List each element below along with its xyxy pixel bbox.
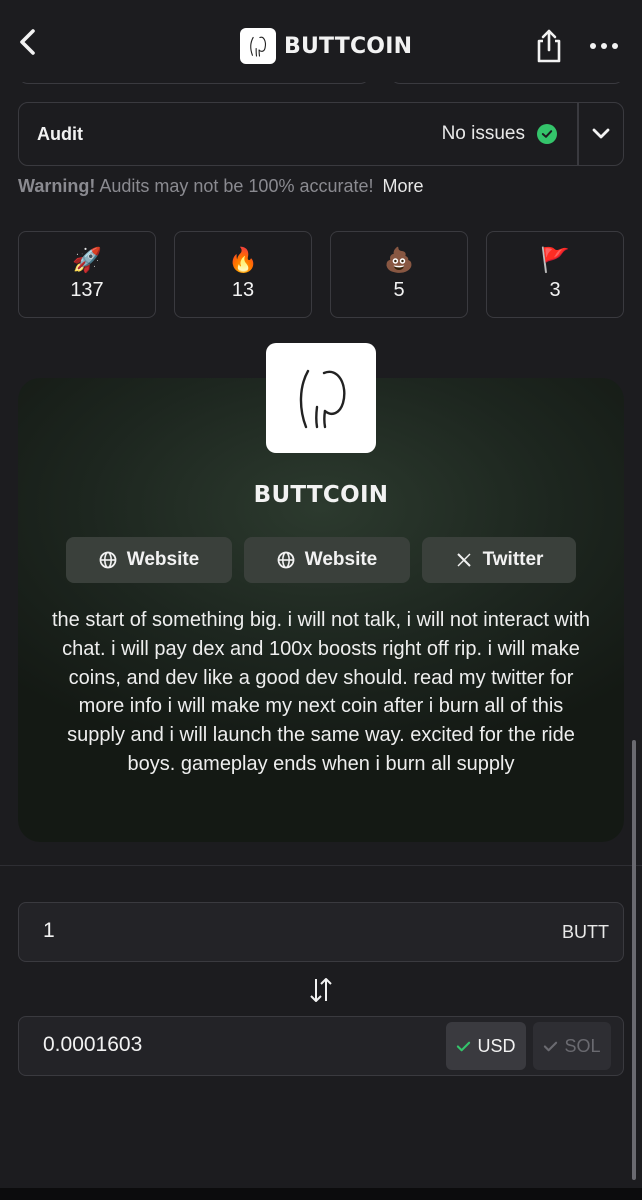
x-logo-icon — [456, 553, 471, 567]
website-button-1[interactable]: Website — [66, 537, 232, 583]
token-amount-input[interactable]: 1 BUTT — [18, 902, 624, 962]
share-icon — [537, 29, 561, 63]
more-button[interactable] — [590, 36, 622, 56]
red-flag-icon: 🚩 — [540, 247, 570, 274]
check-icon — [544, 1041, 558, 1051]
token-logo-icon — [240, 28, 276, 64]
reaction-count: 3 — [549, 279, 561, 301]
audit-status-text: No issues — [441, 123, 525, 144]
check-circle-icon — [537, 124, 557, 144]
scrollbar[interactable] — [632, 740, 636, 1180]
warning-text: Audits may not be 100% accurate! — [99, 176, 374, 196]
reaction-red-flag[interactable]: 🚩 3 — [486, 231, 624, 318]
audit-label: Audit — [37, 123, 83, 144]
reaction-poop[interactable]: 💩 5 — [330, 231, 468, 318]
token-description: the start of something big. i will not t… — [51, 609, 590, 775]
audit-warning: Warning! Audits may not be 100% accurate… — [18, 176, 424, 197]
currency-usd-button[interactable]: USD — [446, 1022, 526, 1070]
swap-button[interactable] — [306, 974, 336, 1006]
token-logo-icon — [299, 369, 346, 429]
warning-prefix: Warning! — [18, 176, 96, 196]
twitter-button[interactable]: Twitter — [422, 537, 576, 583]
token-amount-value: 1 — [43, 919, 55, 942]
more-link[interactable]: More — [383, 176, 424, 196]
reaction-fire[interactable]: 🔥 13 — [174, 231, 312, 318]
fire-icon: 🔥 — [228, 247, 258, 274]
currency-sol-label: SOL — [564, 1035, 601, 1056]
check-icon — [457, 1041, 471, 1051]
website-button-2[interactable]: Website — [244, 537, 410, 583]
chevron-left-icon — [20, 29, 35, 55]
token-unit-label: BUTT — [562, 922, 609, 942]
more-icon — [590, 43, 596, 49]
more-dot — [612, 43, 618, 49]
top-bar: BUTTCOIN — [0, 0, 642, 82]
reaction-count: 137 — [70, 279, 104, 301]
reaction-count: 13 — [231, 279, 255, 301]
more-dot — [601, 43, 607, 49]
divider — [0, 865, 642, 866]
rocket-icon: 🚀 — [72, 247, 102, 274]
chevron-down-icon — [592, 128, 610, 139]
price-value: 0.0001603 — [43, 1033, 143, 1056]
token-name: BUTTCOIN — [253, 482, 389, 508]
currency-usd-label: USD — [477, 1035, 516, 1056]
back-button[interactable] — [14, 26, 46, 66]
token-image — [266, 343, 376, 453]
swap-arrows-icon — [310, 978, 332, 1002]
twitter-label: Twitter — [482, 549, 544, 570]
currency-sol-button[interactable]: SOL — [533, 1022, 611, 1070]
audit-expand-button[interactable] — [579, 103, 623, 165]
poop-icon: 💩 — [384, 247, 414, 274]
audit-status: No issues — [442, 123, 557, 145]
reaction-rocket[interactable]: 🚀 137 — [18, 231, 156, 318]
website-label: Website — [126, 549, 200, 570]
globe-icon — [277, 551, 295, 569]
token-detail-page: BUTTCOIN Audit No issues Warning! Audits… — [0, 0, 642, 1200]
bottom-edge — [0, 1188, 642, 1200]
share-button[interactable] — [532, 26, 566, 66]
reaction-count: 5 — [393, 279, 405, 301]
website-label: Website — [304, 549, 378, 570]
header-brand: BUTTCOIN — [240, 28, 412, 64]
header-title: BUTTCOIN — [284, 33, 413, 59]
globe-icon — [99, 551, 117, 569]
audit-row: Audit No issues — [18, 102, 624, 166]
